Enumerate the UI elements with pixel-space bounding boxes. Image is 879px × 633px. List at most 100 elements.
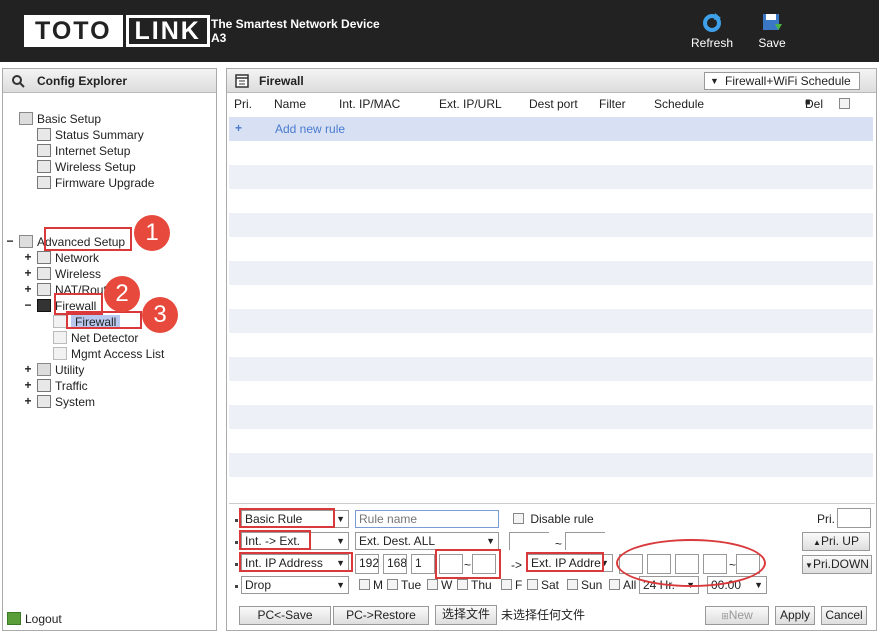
tree-internet-setup[interactable]: Internet Setup: [37, 143, 130, 159]
new-label: New: [728, 608, 753, 622]
tree-utility[interactable]: Utility: [37, 362, 84, 378]
ip-arrow: ->: [511, 558, 523, 572]
checkbox[interactable]: [387, 579, 398, 590]
page-icon: [53, 347, 67, 360]
day-sat-checkbox[interactable]: Sat: [527, 577, 559, 593]
rule-name-input[interactable]: [355, 510, 499, 528]
port-end-field[interactable]: [565, 532, 605, 550]
ip-octet-2[interactable]: 168: [383, 554, 407, 574]
tree-mgmt-access-list[interactable]: Mgmt Access List: [53, 346, 164, 362]
tree-wireless-setup[interactable]: Wireless Setup: [37, 159, 136, 175]
computer-icon: [37, 144, 51, 157]
disable-rule-label: Disable rule: [530, 512, 594, 526]
totolink-logo: TOTO LINK: [24, 15, 210, 47]
new-button[interactable]: ⊞New: [705, 606, 769, 625]
action-select[interactable]: Drop: [241, 576, 349, 594]
up-arrow-icon: ▲: [813, 538, 821, 547]
port-start-field[interactable]: [509, 532, 549, 550]
disable-rule-checkbox[interactable]: Disable rule: [513, 511, 594, 527]
day-label: Thu: [471, 578, 492, 592]
pri-down-label: Pri.DOWN: [812, 557, 869, 571]
expand-icon[interactable]: +: [23, 250, 33, 264]
tree-traffic[interactable]: Traffic: [37, 378, 88, 394]
chart-icon: [37, 128, 51, 141]
pri-up-button[interactable]: ▲Pri. UP: [802, 532, 870, 551]
refresh-button[interactable]: Refresh: [687, 12, 737, 50]
tree-basic-setup[interactable]: Basic Setup: [19, 111, 101, 127]
expand-icon[interactable]: +: [23, 394, 33, 408]
wireless-label: Wireless: [55, 267, 102, 281]
choose-file-button[interactable]: 选择文件: [435, 605, 497, 625]
pc-restore-button[interactable]: PC->Restore: [333, 606, 429, 625]
pri-down-button[interactable]: ▼Pri.DOWN: [802, 555, 872, 574]
day-m-checkbox[interactable]: M: [359, 577, 383, 593]
select-all-checkbox[interactable]: [839, 98, 850, 109]
checkbox[interactable]: [427, 579, 438, 590]
nav-tree: Basic Setup Status Summary Internet Setu…: [3, 69, 216, 626]
expand-icon[interactable]: +: [23, 362, 33, 376]
table-row: [229, 381, 873, 405]
checkbox[interactable]: [609, 579, 620, 590]
tree-wireless[interactable]: Wireless: [37, 266, 101, 282]
wireless-icon: [37, 160, 51, 173]
schedule-mode-select[interactable]: ▼ Firewall+WiFi Schedule: [704, 72, 860, 90]
config-explorer-panel: Config Explorer Basic Setup Status Summa…: [2, 68, 217, 631]
system-icon: [37, 395, 51, 408]
col-filter: Filter: [599, 97, 626, 111]
cancel-button[interactable]: Cancel: [821, 606, 867, 625]
utility-label: Utility: [55, 363, 85, 377]
checkbox[interactable]: [457, 579, 468, 590]
day-all-checkbox[interactable]: All: [609, 577, 636, 593]
checkbox[interactable]: [513, 513, 524, 524]
firmware-upgrade-label: Firmware Upgrade: [55, 176, 155, 190]
page-icon: [53, 331, 67, 344]
day-label: Sat: [541, 578, 560, 592]
highlight-ellipse: [616, 539, 766, 587]
table-row: [229, 285, 873, 309]
dest-select[interactable]: Ext. Dest. ALL: [355, 532, 499, 550]
folder-icon: [19, 112, 33, 125]
ip-octet-1[interactable]: 192: [355, 554, 379, 574]
checkbox[interactable]: [527, 579, 538, 590]
schedule-mode-value: Firewall+WiFi Schedule: [725, 74, 851, 88]
collapse-icon[interactable]: −: [5, 234, 15, 248]
pc-save-button[interactable]: PC<-Save: [239, 606, 331, 625]
expand-icon[interactable]: +: [23, 378, 33, 392]
ip-octet-3[interactable]: 1: [411, 554, 435, 574]
pri-input[interactable]: [837, 508, 871, 528]
table-row: [229, 357, 873, 381]
tree-system[interactable]: System: [37, 394, 95, 410]
expand-icon[interactable]: +: [23, 266, 33, 280]
traffic-label: Traffic: [55, 379, 88, 393]
firewall-panel: Firewall ▼ Firewall+WiFi Schedule Pri. N…: [226, 68, 877, 631]
day-sun-checkbox[interactable]: Sun: [567, 577, 602, 593]
page-icon: [53, 315, 67, 328]
day-w-checkbox[interactable]: W: [427, 577, 452, 593]
apply-button[interactable]: Apply: [775, 606, 815, 625]
day-tue-checkbox[interactable]: Tue: [387, 577, 421, 593]
expand-icon[interactable]: +: [23, 282, 33, 296]
bullet: [235, 563, 238, 566]
plus-icon: ⊞: [721, 611, 729, 621]
logo-left: TOTO: [24, 15, 123, 47]
status-summary-label: Status Summary: [55, 128, 144, 142]
add-rule-row[interactable]: + Add new rule: [229, 117, 873, 141]
tree-status-summary[interactable]: Status Summary: [37, 127, 144, 143]
col-name: Name: [274, 97, 307, 111]
tree-network[interactable]: Network: [37, 250, 99, 266]
highlight-box: [239, 552, 353, 572]
save-button[interactable]: Save: [747, 12, 797, 50]
logout-label: Logout: [25, 612, 62, 626]
checkbox[interactable]: [359, 579, 370, 590]
highlight-box: [526, 552, 604, 572]
collapse-icon[interactable]: −: [23, 298, 33, 312]
logout-link[interactable]: Logout: [7, 611, 62, 627]
folder-icon: [37, 363, 51, 376]
day-thu-checkbox[interactable]: Thu: [457, 577, 492, 593]
day-f-checkbox[interactable]: F: [501, 577, 522, 593]
tree-net-detector[interactable]: Net Detector: [53, 330, 138, 346]
checkbox[interactable]: [567, 579, 578, 590]
tree-firmware-upgrade[interactable]: Firmware Upgrade: [37, 175, 154, 191]
bullet: [235, 585, 238, 588]
checkbox[interactable]: [501, 579, 512, 590]
